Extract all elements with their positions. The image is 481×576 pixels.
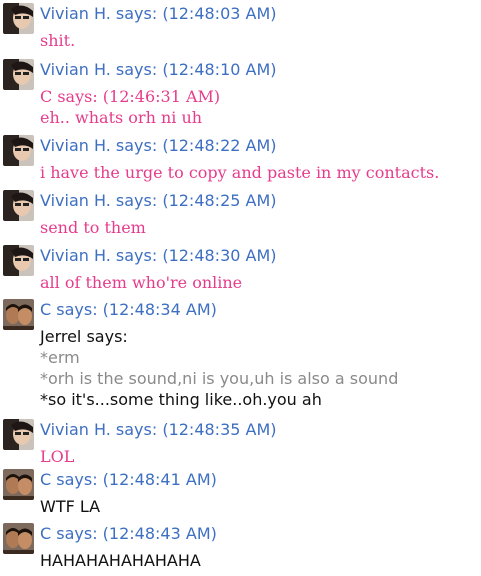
quoted-line: *orh is the sound,ni is you,uh is also a… [40, 369, 399, 388]
chat-message: Vivian H. says: (12:48:10 AM) C says: (1… [0, 56, 481, 132]
c-avatar [3, 299, 34, 330]
quoted-line: *erm [40, 348, 80, 367]
message-line: send to them [40, 218, 146, 237]
message-header: Vivian H. says: (12:48:25 AM) [40, 191, 277, 210]
message-header: C says: (12:48:41 AM) [40, 470, 217, 489]
message-header: C says: (12:48:43 AM) [40, 524, 217, 543]
c-avatar [3, 469, 34, 500]
message-header: Vivian H. says: (12:48:35 AM) [40, 420, 277, 439]
message-line: all of them who're online [40, 273, 243, 292]
vivian-avatar [3, 3, 34, 34]
message-body: all of them who're online [40, 272, 242, 293]
message-line: shit. [40, 31, 76, 50]
message-line: *so it's...some thing like..oh.you ah [40, 390, 322, 409]
chat-message: Vivian H. says: (12:48:30 AM) all of the… [0, 242, 481, 296]
message-header: Vivian H. says: (12:48:10 AM) [40, 60, 277, 79]
chat-transcript: Vivian H. says: (12:48:03 AM) shit. Vivi… [0, 0, 481, 576]
message-body: Jerrel says: *erm *orh is the sound,ni i… [40, 326, 398, 410]
message-header: Vivian H. says: (12:48:03 AM) [40, 4, 277, 23]
vivian-avatar [3, 59, 34, 90]
chat-message: Vivian H. says: (12:48:25 AM) send to th… [0, 187, 481, 242]
chat-message: Vivian H. says: (12:48:03 AM) shit. [0, 0, 481, 56]
message-body: shit. [40, 30, 75, 51]
chat-message: C says: (12:48:43 AM) HAHAHAHAHAHAHA [0, 520, 481, 576]
vivian-avatar [3, 135, 34, 166]
message-line: Jerrel says: [40, 327, 128, 346]
message-line: eh.. whats orh ni uh [40, 108, 203, 127]
vivian-avatar [3, 190, 34, 221]
c-avatar [3, 523, 34, 554]
message-header: Vivian H. says: (12:48:30 AM) [40, 246, 277, 265]
vivian-avatar [3, 419, 34, 450]
message-line: LOL [40, 447, 75, 466]
message-body: HAHAHAHAHAHAHA [40, 550, 201, 571]
chat-message: Vivian H. says: (12:48:35 AM) LOL [0, 416, 481, 466]
message-body: WTF LA [40, 496, 100, 517]
message-line: HAHAHAHAHAHAHA [40, 551, 201, 570]
message-line: C says: (12:46:31 AM) [40, 87, 221, 106]
message-header: C says: (12:48:34 AM) [40, 300, 217, 319]
message-line: WTF LA [40, 497, 101, 516]
vivian-avatar [3, 245, 34, 276]
chat-message: C says: (12:48:34 AM) Jerrel says: *erm … [0, 296, 481, 416]
message-body: LOL [40, 446, 74, 467]
chat-message: Vivian H. says: (12:48:22 AM) i have the… [0, 132, 481, 187]
message-body: C says: (12:46:31 AM) eh.. whats orh ni … [40, 86, 220, 128]
chat-message: C says: (12:48:41 AM) WTF LA [0, 466, 481, 520]
message-header: Vivian H. says: (12:48:22 AM) [40, 136, 277, 155]
message-body: send to them [40, 217, 146, 238]
message-body: i have the urge to copy and paste in my … [40, 162, 439, 183]
message-line: i have the urge to copy and paste in my … [40, 163, 440, 182]
